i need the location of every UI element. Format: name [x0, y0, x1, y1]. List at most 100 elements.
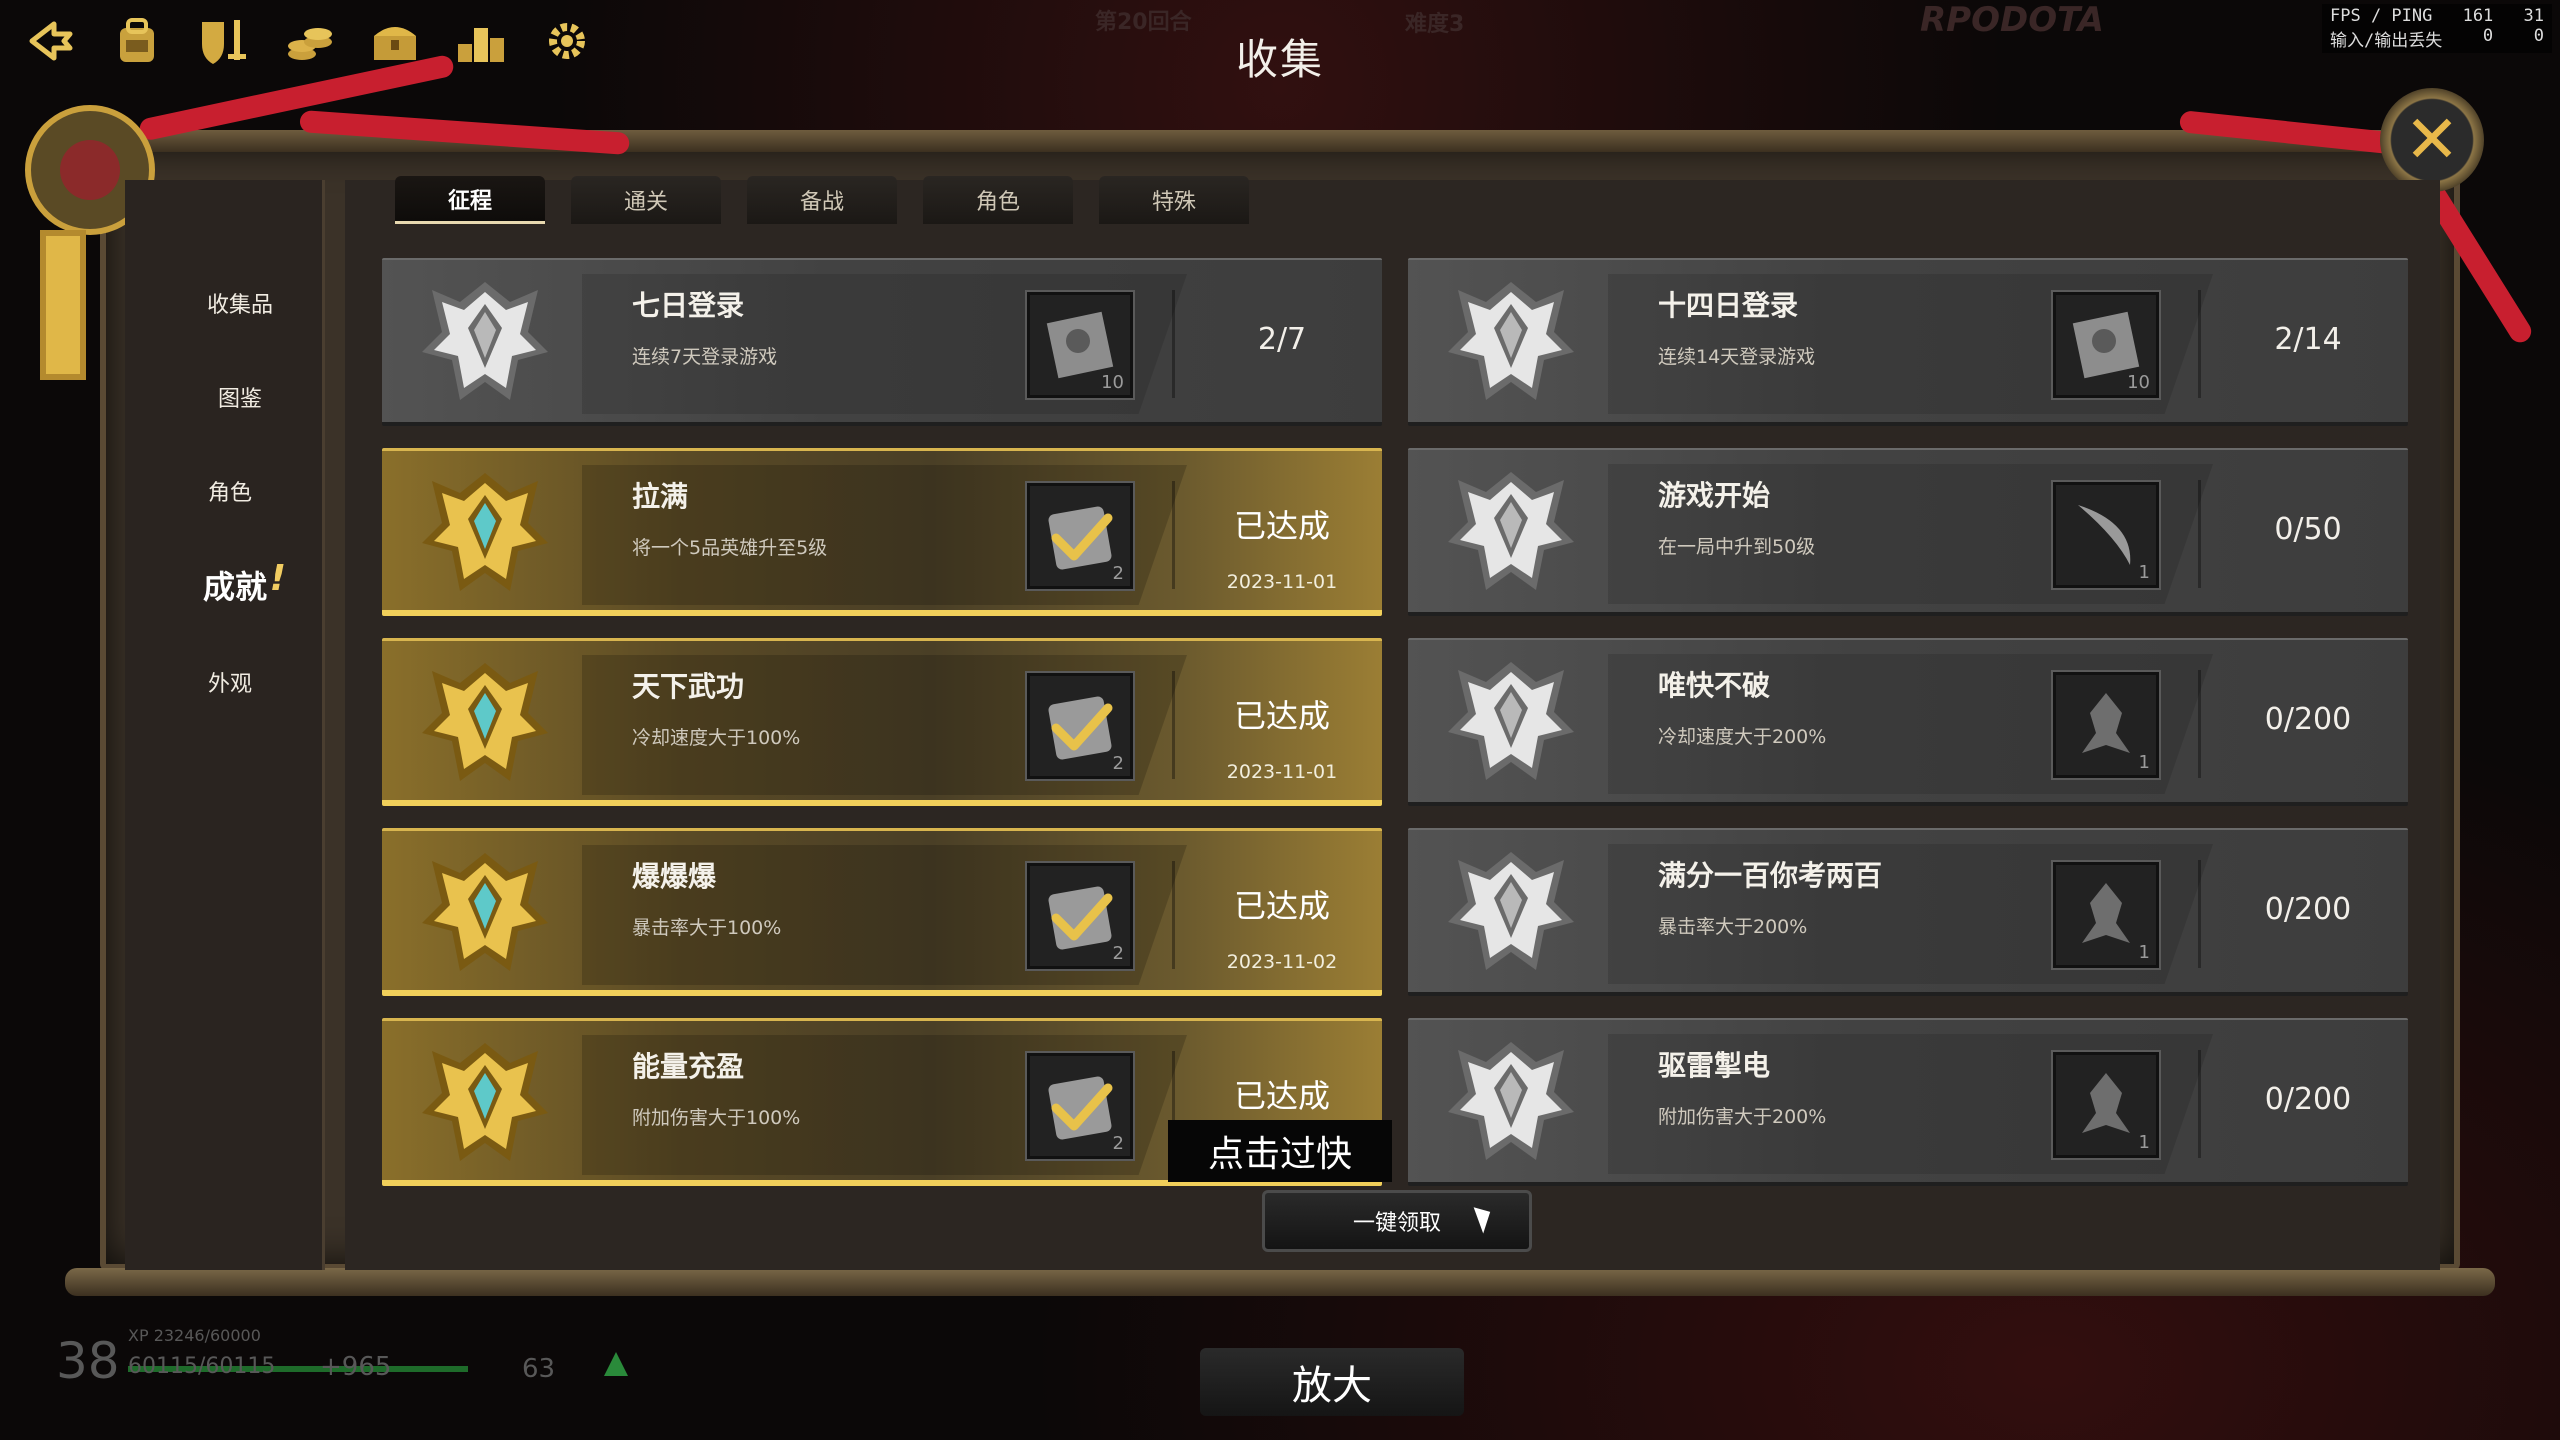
reward-slot[interactable]: 2 [1027, 673, 1133, 779]
achievement-card[interactable]: 爆爆爆 暴击率大于100% 2 已达成 2023-11-02 [382, 828, 1382, 996]
achievement-name: 驱雷掣电 [1658, 1049, 1771, 1082]
reward-quantity: 10 [1101, 372, 1124, 393]
achievement-card[interactable]: 十四日登录 连续14天登录游戏 10 2/14 [1408, 258, 2408, 426]
tab-character[interactable]: 角色 [923, 176, 1073, 224]
reward-slot[interactable]: 1 [2053, 862, 2159, 968]
achieved-status: 已达成 [1233, 507, 1330, 545]
reward-slot[interactable]: 1 [2053, 482, 2159, 588]
fps-label: FPS / PING [2330, 6, 2433, 26]
gold-achievement-emblem-icon [410, 843, 560, 983]
achievement-description: 暴击率大于100% [632, 917, 782, 939]
xp-text: XP 23246/60000 [128, 1326, 261, 1345]
achievement-grid: 七日登录 连续7天登录游戏 10 2/7 十四日登录 连续14天登录游戏 10 … [382, 258, 2412, 1186]
reward-quantity: 2 [1112, 943, 1124, 964]
fps-ping-overlay: FPS / PING 161 31 输入/输出丢失 0 0 [2322, 4, 2552, 53]
zoom-button[interactable]: 放大 [1200, 1348, 1464, 1416]
card-divider [2198, 670, 2201, 778]
frame-bottom-rod [65, 1268, 2495, 1296]
reward-slot[interactable]: 10 [1027, 292, 1133, 398]
achievement-name: 七日登录 [632, 289, 745, 322]
achievement-name: 能量充盈 [632, 1050, 745, 1083]
hp-regen-text: +965 [320, 1352, 392, 1382]
reward-quantity: 10 [2127, 372, 2150, 393]
reward-slot[interactable]: 2 [1027, 483, 1133, 589]
achievement-description: 连续7天登录游戏 [632, 346, 778, 368]
tab-clear[interactable]: 通关 [571, 176, 721, 224]
achieved-date: 2023-11-01 [1226, 571, 1338, 593]
card-divider [2198, 1050, 2201, 1158]
achieved-date: 2023-11-02 [1226, 951, 1338, 973]
reward-slot[interactable]: 1 [2053, 672, 2159, 778]
card-divider [2198, 290, 2201, 398]
achievement-card[interactable]: 拉满 将一个5品英雄升至5级 2 已达成 2023-11-01 [382, 448, 1382, 616]
toast-click-too-fast: 点击过快 [1168, 1120, 1392, 1182]
achievement-name: 唯快不破 [1658, 669, 1771, 702]
silver-achievement-emblem-icon [410, 272, 560, 412]
achievement-card[interactable]: 驱雷掣电 附加伤害大于200% 1 0/200 [1408, 1018, 2408, 1186]
achievement-progress: 0/200 [2264, 1082, 2352, 1117]
achieved-status: 已达成 [1233, 697, 1330, 735]
achievement-description: 冷却速度大于200% [1658, 726, 1827, 748]
achievement-description: 冷却速度大于100% [632, 727, 801, 749]
achieved-date: 2023-11-01 [1226, 761, 1338, 783]
sidebar-item-codex[interactable]: 图鉴 [155, 370, 325, 424]
achievement-name: 天下武功 [632, 670, 745, 703]
achievement-progress: 2/7 [1257, 322, 1307, 357]
achievement-card[interactable]: 七日登录 连续7天登录游戏 10 2/7 [382, 258, 1382, 426]
tab-special[interactable]: 特殊 [1099, 176, 1249, 224]
io-loss-label: 输入/输出丢失 [2330, 31, 2443, 51]
silver-achievement-emblem-icon [1436, 272, 1586, 412]
achievement-card[interactable]: 唯快不破 冷却速度大于200% 1 0/200 [1408, 638, 2408, 806]
reward-quantity: 1 [2138, 562, 2150, 583]
fps-value: 161 [2462, 6, 2494, 26]
silver-achievement-emblem-icon [1436, 462, 1586, 602]
reward-slot[interactable]: 2 [1027, 863, 1133, 969]
reward-quantity: 1 [2138, 752, 2150, 773]
reward-slot[interactable]: 2 [1027, 1053, 1133, 1159]
sidebar-item-collectibles[interactable]: 收集品 [155, 276, 325, 330]
achievement-card[interactable]: 游戏开始 在一局中升到50级 1 0/50 [1408, 448, 2408, 616]
card-divider [1172, 861, 1175, 969]
achievement-description: 连续14天登录游戏 [1658, 346, 1816, 368]
card-divider [1172, 290, 1175, 398]
sidebar-item-appearance[interactable]: 外观 [145, 655, 315, 709]
achievement-description: 在一局中升到50级 [1658, 536, 1816, 558]
level-up-arrow-icon [604, 1352, 628, 1376]
tab-journey[interactable]: 征程 [395, 176, 545, 224]
achievement-progress: 0/200 [2264, 892, 2352, 927]
achievement-progress: 0/50 [2274, 512, 2342, 547]
card-divider [2198, 480, 2201, 588]
card-divider [1172, 671, 1175, 779]
close-icon: ✕ [2404, 101, 2460, 178]
achievement-description: 暴击率大于200% [1658, 916, 1808, 938]
sidebar-item-characters[interactable]: 角色 [145, 464, 315, 518]
gold-achievement-emblem-icon [410, 463, 560, 603]
achievement-name: 满分一百你考两百 [1658, 859, 1883, 892]
achievement-description: 将一个5品英雄升至5级 [632, 537, 828, 559]
reward-quantity: 2 [1112, 1133, 1124, 1154]
achieved-status: 已达成 [1233, 887, 1330, 925]
gold-achievement-emblem-icon [410, 1033, 560, 1173]
sidebar-item-achievements[interactable]: 成就 [150, 558, 320, 612]
silver-achievement-emblem-icon [1436, 842, 1586, 982]
close-button[interactable]: ✕ [2380, 88, 2484, 192]
out-loss-value: 0 [2533, 26, 2544, 46]
reward-quantity: 2 [1112, 563, 1124, 584]
achievement-progress: 0/200 [2264, 702, 2352, 737]
achievement-description: 附加伤害大于200% [1658, 1106, 1827, 1128]
achievement-card[interactable]: 满分一百你考两百 暴击率大于200% 1 0/200 [1408, 828, 2408, 996]
reward-slot[interactable]: 10 [2053, 292, 2159, 398]
player-level: 38 [56, 1332, 120, 1390]
mana-text: 63 [522, 1354, 556, 1384]
reward-quantity: 2 [1112, 753, 1124, 774]
in-loss-value: 0 [2482, 26, 2494, 46]
achievement-progress: 2/14 [2274, 322, 2342, 357]
achievement-card[interactable]: 天下武功 冷却速度大于100% 2 已达成 2023-11-01 [382, 638, 1382, 806]
tab-prepare[interactable]: 备战 [747, 176, 897, 224]
achievement-name: 十四日登录 [1658, 289, 1799, 322]
achievement-description: 附加伤害大于100% [632, 1107, 801, 1129]
reward-slot[interactable]: 1 [2053, 1052, 2159, 1158]
reward-quantity: 1 [2138, 942, 2150, 963]
sidebar [125, 180, 325, 1270]
achievement-name: 拉满 [632, 480, 689, 513]
